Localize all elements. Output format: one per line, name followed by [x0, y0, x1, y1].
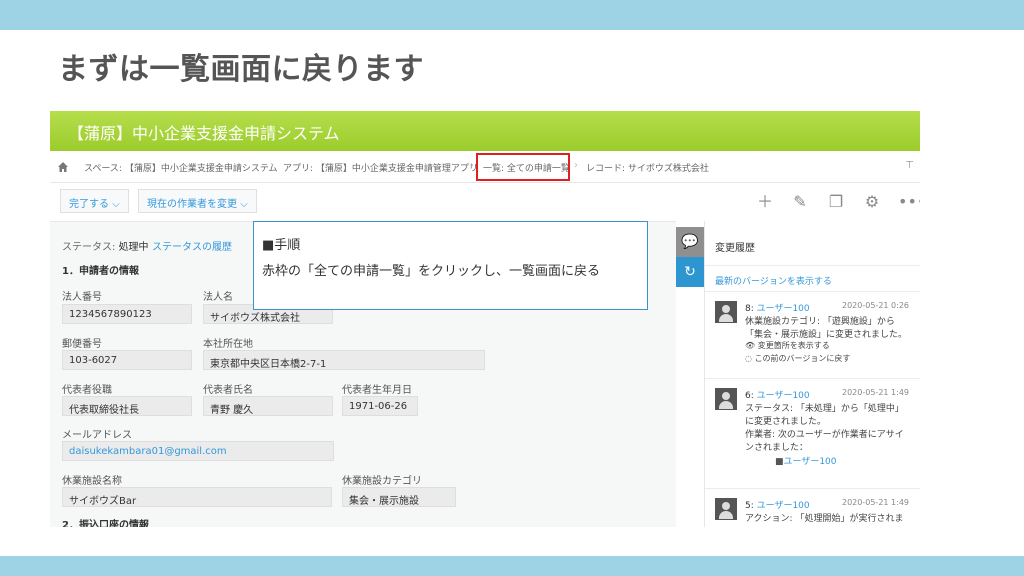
email-field[interactable]: daisukekambara01@gmail.com — [62, 441, 334, 461]
history-title: 変更履歴 — [715, 243, 755, 254]
chevron-right-icon: › — [270, 160, 274, 171]
breadcrumb-space[interactable]: スペース: 【蒲原】中小企業支援金申請システム — [84, 161, 278, 174]
history-icon[interactable]: ↻ — [676, 257, 704, 287]
gear-icon[interactable]: ⚙ — [862, 192, 882, 212]
red-highlight-box — [476, 153, 570, 181]
postal-field: 103-6027 — [62, 350, 192, 370]
rep-birth-field: 1971-06-26 — [342, 396, 418, 416]
pin-icon[interactable]: ⊤ — [905, 160, 914, 171]
instruction-callout: ■手順 赤枠の「全ての申請一覧」をクリックし、一覧画面に戻る — [253, 221, 648, 310]
complete-button[interactable]: 完了する ⌵ — [60, 189, 129, 213]
bottom-band — [0, 556, 1024, 576]
app-title: 【蒲原】中小企業支援金申請システム — [68, 124, 340, 143]
status-history-link[interactable]: ステータスの履歴 — [152, 238, 232, 253]
show-diff-link[interactable]: 👁 変更箇所を表示する — [745, 340, 830, 351]
entry-header: 5: ユーザー100 — [745, 501, 810, 511]
edit-icon[interactable]: ✎ — [790, 192, 810, 212]
duplicate-icon[interactable]: ❐ — [826, 192, 846, 212]
entry-line: に変更されました。 — [745, 417, 827, 427]
entry-line: 休業施設カテゴリ: 「遊興施設」から — [745, 317, 895, 327]
status-label: ステータス: 処理中 — [62, 242, 149, 253]
breadcrumb-record: レコード: サイボウズ株式会社 — [586, 164, 709, 174]
side-tabs: 💬 ↻ — [676, 227, 704, 287]
entry-header: 6: ユーザー100 — [745, 391, 810, 401]
breadcrumb-app[interactable]: アプリ: 【蒲原】中小企業支援金申請管理アプリ — [283, 161, 478, 174]
history-panel: 変更履歴 最新のバージョンを表示する 8: ユーザー100 2020-05-21… — [704, 221, 920, 527]
chevron-right-icon: › — [574, 160, 578, 171]
user-link[interactable]: ユーザー100 — [757, 501, 810, 511]
entry-line: ンされました： — [745, 443, 809, 453]
facility-category-field: 集会・展示施設 — [342, 487, 456, 507]
app-header: 【蒲原】中小企業支援金申請システム — [50, 111, 920, 151]
more-icon[interactable]: ••• — [898, 192, 920, 212]
avatar — [715, 498, 737, 520]
avatar — [715, 301, 737, 323]
comment-icon[interactable]: 💬 — [676, 227, 704, 257]
divider — [705, 378, 920, 379]
add-icon[interactable]: ＋ — [755, 192, 775, 212]
avatar — [715, 388, 737, 410]
user-link[interactable]: ユーザー100 — [757, 391, 810, 401]
user-link[interactable]: ユーザー100 — [757, 304, 810, 314]
entry-line: アクション: 「処理開始」が実行されま — [745, 514, 904, 524]
field-label: 法人番号 — [62, 292, 102, 303]
divider — [705, 265, 920, 266]
entry-date: 2020-05-21 1:49 — [842, 498, 909, 507]
rep-name-field: 青野 慶久 — [203, 396, 333, 416]
field-label: 代表者役職 — [62, 385, 112, 396]
entry-date: 2020-05-21 0:26 — [842, 301, 909, 310]
facility-name-field: サイボウズBar — [62, 487, 332, 507]
field-label: 郵便番号 — [62, 339, 102, 350]
corp-number-field: 1234567890123 — [62, 304, 192, 324]
entry-line: ステータス: 「未処理」から「処理中」 — [745, 404, 904, 414]
field-label: 法人名 — [203, 292, 233, 303]
section-bank: 2．振込口座の情報 — [62, 520, 149, 527]
entry-line: 作業者: 次のユーザーが作業者にアサイ — [745, 430, 904, 440]
entry-date: 2020-05-21 1:49 — [842, 388, 909, 397]
callout-title: ■手順 — [262, 238, 301, 253]
section-applicant: 1．申請者の情報 — [62, 266, 139, 277]
field-label: 代表者生年月日 — [342, 385, 412, 396]
divider — [705, 488, 920, 489]
top-band — [0, 0, 1024, 30]
revert-link[interactable]: ◌ この前のバージョンに戻す — [745, 353, 850, 364]
field-label: 休業施設名称 — [62, 476, 122, 487]
home-icon[interactable] — [58, 162, 68, 172]
app-window: 【蒲原】中小企業支援金申請システム スペース: 【蒲原】中小企業支援金申請システ… — [50, 111, 920, 527]
latest-version-link[interactable]: 最新のバージョンを表示する — [715, 274, 832, 287]
status-value: 処理中 — [118, 242, 149, 253]
field-label: 代表者氏名 — [203, 385, 253, 396]
change-assignee-button[interactable]: 現在の作業者を変更 ⌵ — [138, 189, 257, 213]
callout-body: 赤枠の「全ての申請一覧」をクリックし、一覧画面に戻る — [262, 264, 601, 279]
divider — [705, 291, 920, 292]
field-label: メールアドレス — [62, 430, 132, 441]
field-label: 休業施設カテゴリ — [342, 476, 422, 487]
entry-line: 「集会・展示施設」に変更されました。 — [745, 330, 908, 340]
chevron-right-icon: › — [470, 160, 474, 171]
assignee-link[interactable]: ■ユーザー100 — [775, 454, 837, 467]
rep-title-field: 代表取締役社長 — [62, 396, 192, 416]
user-icon: ■ — [775, 457, 784, 467]
slide-title: まずは一覧画面に戻ります — [58, 52, 424, 87]
address-field: 東京都中央区日本橋2-7-1 — [203, 350, 485, 370]
field-label: 本社所在地 — [203, 339, 253, 350]
entry-header: 8: ユーザー100 — [745, 304, 810, 314]
